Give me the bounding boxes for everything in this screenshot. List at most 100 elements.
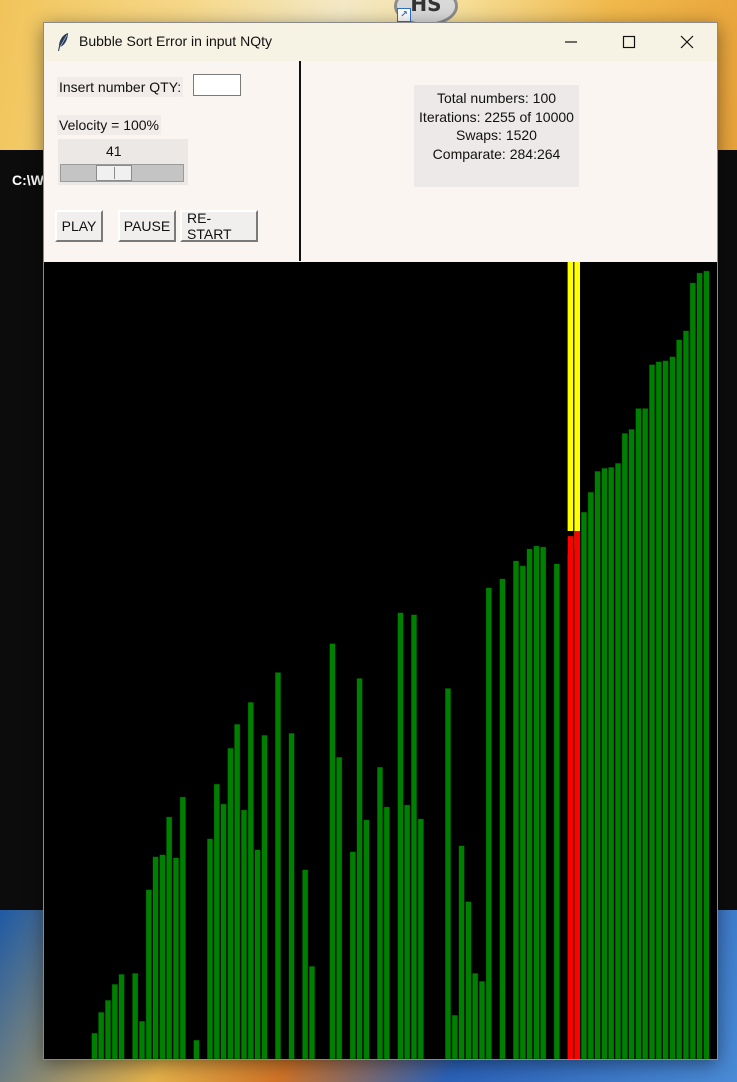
restart-button[interactable]: RE-START bbox=[180, 210, 258, 242]
bar-84 bbox=[615, 463, 622, 1059]
sort-canvas bbox=[44, 262, 717, 1059]
bar-36 bbox=[288, 733, 295, 1059]
bar-49 bbox=[377, 766, 384, 1059]
bar-62 bbox=[465, 901, 472, 1059]
bar-72 bbox=[533, 545, 540, 1059]
maximize-button[interactable] bbox=[600, 23, 658, 61]
bar-97 bbox=[703, 270, 710, 1059]
bar-94 bbox=[683, 330, 690, 1059]
bar-90 bbox=[655, 361, 662, 1059]
bar-42 bbox=[329, 643, 336, 1059]
bar-34 bbox=[274, 672, 281, 1059]
bar-80 bbox=[587, 491, 594, 1059]
bar-71 bbox=[526, 548, 533, 1059]
bar-93 bbox=[676, 339, 683, 1059]
compare-bar-highlight-a bbox=[567, 262, 574, 531]
bar-19 bbox=[172, 857, 179, 1059]
bar-61 bbox=[458, 845, 465, 1059]
bar-31 bbox=[254, 849, 261, 1059]
window-title: Bubble Sort Error in input NQty bbox=[79, 33, 272, 49]
qty-label: Insert number QTY: bbox=[57, 77, 184, 97]
compare-bar-0 bbox=[567, 553, 574, 1059]
bar-53 bbox=[404, 804, 411, 1059]
control-panel: Insert number QTY: Velocity = 100% 41 PL… bbox=[44, 61, 717, 261]
bar-81 bbox=[594, 471, 601, 1059]
desktop-icon-label: HS bbox=[410, 0, 442, 16]
bar-59 bbox=[445, 688, 452, 1059]
stat-total: Total numbers: 100 bbox=[436, 90, 557, 106]
console-window-title: C:\W bbox=[12, 172, 44, 188]
bar-73 bbox=[540, 546, 547, 1059]
title-bar[interactable]: Bubble Sort Error in input NQty bbox=[44, 23, 717, 61]
bar-60 bbox=[451, 1014, 458, 1059]
scale-value: 41 bbox=[106, 143, 122, 159]
panel-divider bbox=[299, 61, 301, 261]
scale-trough[interactable] bbox=[60, 164, 184, 182]
bar-85 bbox=[621, 433, 628, 1059]
stat-iterations: Iterations: 2255 of 10000 bbox=[419, 108, 574, 125]
bar-70 bbox=[519, 565, 526, 1059]
bar-8 bbox=[98, 1011, 105, 1059]
bar-63 bbox=[472, 973, 479, 1059]
minimize-icon bbox=[565, 41, 577, 43]
sort-bars-chart bbox=[91, 262, 710, 1059]
bar-18 bbox=[166, 816, 173, 1059]
close-icon bbox=[680, 35, 694, 49]
bar-67 bbox=[499, 578, 506, 1059]
compare-bar-highlight-b bbox=[574, 262, 580, 549]
bar-30 bbox=[247, 702, 254, 1059]
bar-24 bbox=[206, 838, 213, 1059]
stats-panel: Total numbers: 100 Iterations: 2255 of 1… bbox=[414, 85, 579, 187]
bar-17 bbox=[159, 854, 166, 1059]
stat-swaps: Swaps: 1520 bbox=[456, 127, 537, 143]
bar-9 bbox=[105, 1000, 112, 1059]
bar-83 bbox=[608, 467, 615, 1059]
bar-38 bbox=[302, 869, 309, 1059]
bar-54 bbox=[411, 614, 418, 1059]
stat-comparate: Comparate: 284:264 bbox=[432, 145, 561, 162]
bar-82 bbox=[601, 468, 608, 1059]
feather-icon bbox=[58, 33, 68, 51]
bar-69 bbox=[513, 560, 520, 1059]
bar-88 bbox=[642, 408, 649, 1059]
minimize-button[interactable] bbox=[542, 23, 600, 61]
bar-10 bbox=[111, 984, 118, 1059]
scale-handle[interactable] bbox=[96, 165, 132, 181]
shortcut-arrow-icon: ↗ bbox=[397, 8, 411, 22]
bar-64 bbox=[479, 981, 486, 1059]
bar-75 bbox=[553, 563, 560, 1059]
bar-22 bbox=[193, 1039, 200, 1059]
play-button[interactable]: PLAY bbox=[55, 210, 103, 242]
bar-43 bbox=[336, 756, 343, 1059]
bar-52 bbox=[397, 612, 404, 1059]
bar-15 bbox=[145, 889, 152, 1059]
bar-45 bbox=[349, 851, 356, 1059]
velocity-label: Velocity = 100% bbox=[57, 115, 162, 135]
bar-27 bbox=[227, 747, 234, 1059]
bar-7 bbox=[91, 1032, 98, 1059]
bar-46 bbox=[356, 678, 363, 1059]
bar-11 bbox=[118, 974, 125, 1059]
bar-65 bbox=[485, 587, 492, 1059]
bar-87 bbox=[635, 408, 642, 1059]
bar-86 bbox=[628, 429, 635, 1059]
compare-bar-1 bbox=[574, 530, 580, 1059]
bar-29 bbox=[240, 809, 247, 1059]
bar-95 bbox=[689, 282, 696, 1059]
bar-28 bbox=[234, 724, 241, 1059]
bar-25 bbox=[213, 783, 220, 1059]
close-button[interactable] bbox=[658, 23, 716, 61]
bar-55 bbox=[417, 818, 424, 1059]
bar-89 bbox=[649, 364, 656, 1059]
bar-92 bbox=[669, 356, 676, 1059]
bar-32 bbox=[261, 735, 268, 1059]
app-window: Bubble Sort Error in input NQty Insert n… bbox=[43, 22, 718, 1060]
bar-20 bbox=[179, 796, 186, 1059]
bar-13 bbox=[132, 973, 139, 1059]
bar-50 bbox=[383, 806, 390, 1059]
bar-47 bbox=[363, 819, 370, 1059]
pause-button[interactable]: PAUSE bbox=[118, 210, 176, 242]
qty-input[interactable] bbox=[193, 74, 241, 96]
velocity-scale[interactable]: 41 bbox=[58, 139, 188, 185]
bar-91 bbox=[662, 360, 669, 1059]
